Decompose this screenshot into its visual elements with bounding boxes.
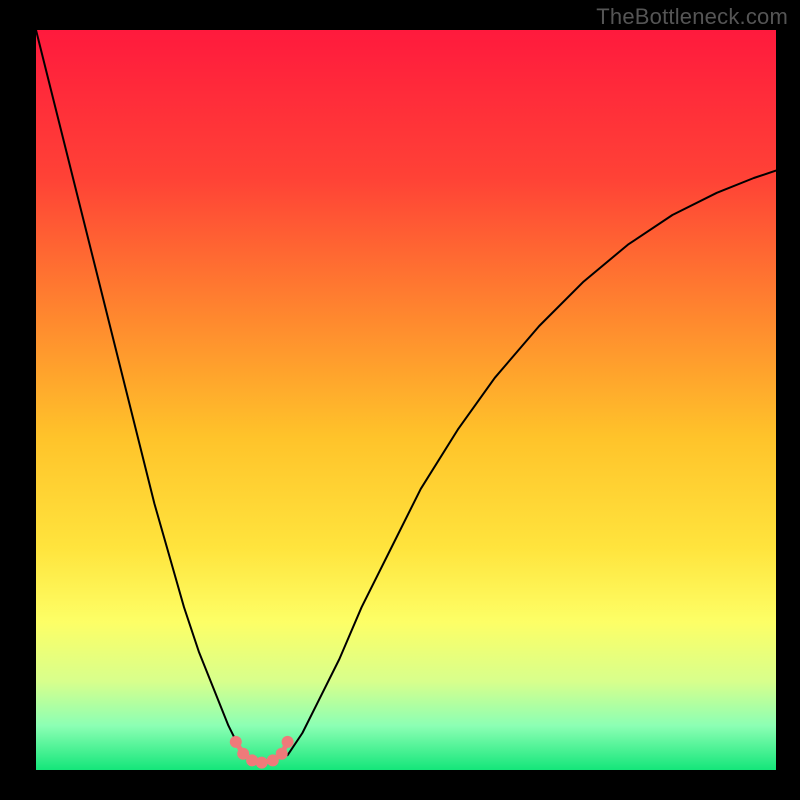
valley-marker	[282, 736, 294, 748]
watermark-text: TheBottleneck.com	[596, 4, 788, 30]
gradient-background	[36, 30, 776, 770]
bottleneck-chart	[0, 0, 800, 800]
valley-marker	[276, 748, 288, 760]
chart-stage: TheBottleneck.com	[0, 0, 800, 800]
valley-marker	[230, 736, 242, 748]
valley-marker	[256, 757, 268, 769]
